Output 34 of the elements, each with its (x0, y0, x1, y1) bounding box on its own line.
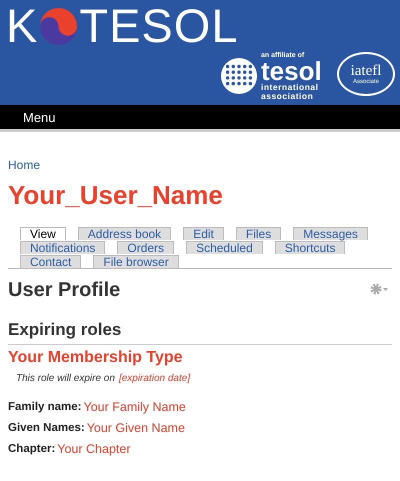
tab[interactable]: Scheduled (186, 241, 263, 254)
section-heading: Expiring roles (8, 320, 392, 345)
field-value: Your Given Name (86, 421, 185, 436)
gear-icon[interactable] (370, 283, 390, 295)
tesol-subtitle: international (261, 83, 320, 92)
field-label: Chapter: (8, 442, 56, 457)
iatefl-logo-text: iatefl (350, 64, 382, 78)
tab[interactable]: Edit (183, 227, 224, 240)
logo-letter: K (6, 2, 38, 50)
tab[interactable]: Messages (293, 227, 368, 240)
tab[interactable]: Files (236, 227, 282, 240)
tab[interactable]: Shortcuts (274, 241, 346, 254)
page-title: User Profile (8, 279, 120, 302)
field-label: Family name: (8, 400, 82, 415)
field-value: Your Family Name (84, 400, 186, 415)
menu-link[interactable]: Menu (23, 110, 56, 124)
tab[interactable]: Contact (20, 255, 82, 268)
membership-type: Your Membership Type (8, 349, 184, 367)
tab[interactable]: View (20, 227, 66, 240)
taegeuk-icon (40, 8, 78, 44)
user-name-heading: Your_User_Name (8, 180, 224, 211)
field-label: Given Names: (8, 421, 85, 436)
tab[interactable]: Address book (78, 227, 172, 240)
breadcrumb-link[interactable]: Home (8, 158, 40, 172)
globe-icon (220, 57, 258, 95)
tesol-subtitle: association (261, 92, 314, 100)
tesol-logo-text: tesol (261, 59, 322, 83)
tab[interactable]: Orders (117, 241, 174, 254)
expiry-date: [expiration date] (118, 373, 190, 384)
expiry-note: This role will expire on (16, 373, 115, 384)
tab[interactable]: File browser (93, 255, 179, 268)
tab[interactable]: Notifications (20, 241, 106, 254)
logo-text: TESOL (79, 2, 238, 50)
field-value: Your Chapter (57, 442, 130, 457)
